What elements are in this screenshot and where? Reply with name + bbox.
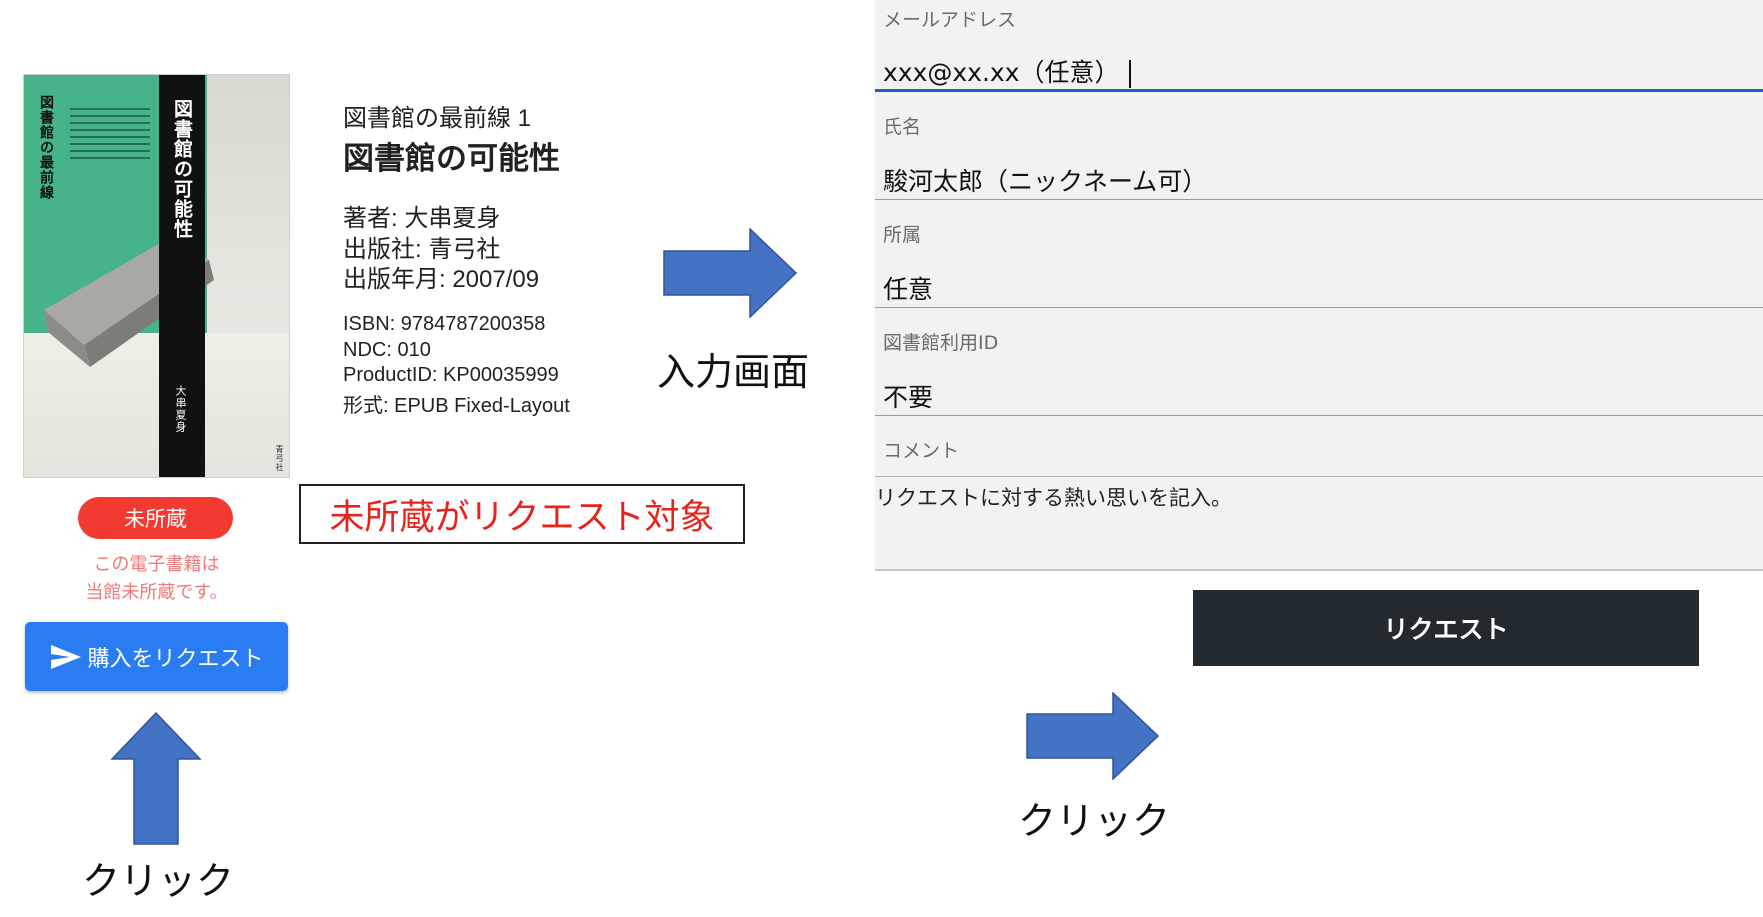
status-note-line1: この電子書籍は [93,554,220,575]
name-label: 氏名 [883,116,922,138]
label-click: クリック [1018,799,1171,843]
send-icon [51,644,82,669]
cover-publisher: 青弓社 [275,445,284,472]
annotation-request-target: 未所蔵がリクエスト対象 [299,484,745,544]
email-input[interactable]: xxx@xx.xx（任意） [883,53,1131,89]
cover-blurb [70,103,150,173]
cover-series: 図書館の最前線 [38,95,54,200]
comment-field: コメント [875,416,1763,476]
status-note-line2: 当館未所蔵です。 [85,582,228,603]
library-id-label: 図書館利用ID [883,332,999,354]
name-input[interactable]: 駿河太郎（ニックネーム可） [883,162,1207,198]
label-click: クリック [82,859,235,903]
book-cover: 図書館の可能性 図書館の最前線 大串夏身 青弓社 [24,75,289,477]
arrow-right-icon [663,228,798,318]
status-badge: 未所蔵 [78,497,233,539]
comment-textarea[interactable]: リクエストに対する熱い思いを記入。 [875,476,1763,571]
request-purchase-label: 購入をリクエスト [87,645,264,671]
book-title: 図書館の可能性 [343,141,560,176]
name-field[interactable]: 氏名 駿河太郎（ニックネーム可） [875,92,1763,200]
text-caret [1128,60,1131,88]
affiliation-field[interactable]: 所属 任意 [875,200,1763,308]
cover-art [44,235,214,367]
book-author: 著者: 大串夏身 [343,205,501,232]
affiliation-label: 所属 [883,224,922,246]
book-isbn: ISBN: 9784787200358 [343,313,546,335]
request-purchase-button[interactable]: 購入をリクエスト [25,622,288,691]
book-product-id: ProductID: KP00035999 [343,364,559,386]
affiliation-input[interactable]: 任意 [883,270,933,306]
book-ndc: NDC: 010 [343,339,431,361]
book-pub-date: 出版年月: 2007/09 [343,266,540,293]
request-form: メールアドレス xxx@xx.xx（任意） 氏名 駿河太郎（ニックネーム可） 所… [875,0,1763,580]
book-series: 図書館の最前線 1 [343,105,532,132]
comment-text: リクエストに対する熱い思いを記入。 [875,486,1232,510]
library-id-input[interactable]: 不要 [883,378,933,414]
cover-author: 大串夏身 [174,385,187,433]
label-input-screen: 入力画面 [657,350,810,394]
email-label: メールアドレス [883,9,1017,31]
request-submit-button[interactable]: リクエスト [1193,590,1699,666]
arrow-up-icon [111,712,201,845]
cover-title: 図書館の可能性 [171,99,193,239]
email-field[interactable]: メールアドレス xxx@xx.xx（任意） [875,0,1763,92]
comment-label: コメント [883,440,960,462]
arrow-right-icon [1026,692,1159,780]
library-id-field[interactable]: 図書館利用ID 不要 [875,308,1763,416]
book-format: 形式: EPUB Fixed-Layout [343,395,570,417]
